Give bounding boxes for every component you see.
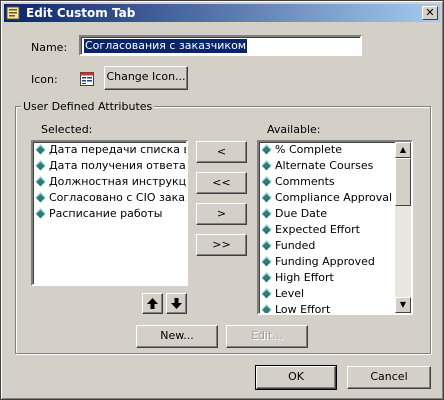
- scroll-up-icon[interactable]: ▲: [395, 142, 411, 158]
- list-item-label: % Complete: [275, 143, 342, 156]
- ok-button[interactable]: OK: [255, 365, 337, 390]
- available-label: Available:: [267, 123, 321, 136]
- list-item-label: Comments: [275, 175, 335, 188]
- attribute-diamond-icon: [261, 224, 272, 235]
- remove-all-button[interactable]: <<: [196, 172, 247, 194]
- name-field[interactable]: Согласования с заказчиком: [79, 35, 362, 56]
- list-item[interactable]: Level: [259, 286, 395, 302]
- list-item[interactable]: Должностная инструкция: [33, 174, 186, 190]
- attribute-diamond-icon: [261, 208, 272, 219]
- list-item[interactable]: Expected Effort: [259, 222, 395, 238]
- scroll-thumb[interactable]: [395, 158, 411, 206]
- attribute-diamond-icon: [35, 192, 46, 203]
- icon-label: Icon:: [31, 73, 58, 86]
- attribute-diamond-icon: [261, 240, 272, 251]
- attribute-diamond-icon: [261, 272, 272, 283]
- remove-one-button[interactable]: <: [196, 141, 247, 163]
- list-item-label: Funding Approved: [275, 255, 375, 268]
- attribute-diamond-icon: [35, 160, 46, 171]
- list-item-label: Дата передачи списка вопросов: [49, 143, 186, 156]
- edit-attribute-button: Edit...: [226, 325, 308, 348]
- tab-page-icon: [79, 71, 95, 87]
- list-item[interactable]: Comments: [259, 174, 395, 190]
- list-item-label: Alternate Courses: [275, 159, 374, 172]
- list-item[interactable]: Расписание работы: [33, 206, 186, 222]
- attribute-diamond-icon: [35, 176, 46, 187]
- attribute-diamond-icon: [261, 176, 272, 187]
- list-item[interactable]: Funding Approved: [259, 254, 395, 270]
- attribute-diamond-icon: [261, 304, 272, 313]
- list-item-label: Должностная инструкция: [49, 175, 188, 188]
- attribute-diamond-icon: [261, 256, 272, 267]
- name-value[interactable]: Согласования с заказчиком: [84, 39, 248, 53]
- attribute-diamond-icon: [261, 288, 272, 299]
- move-up-button[interactable]: [142, 293, 163, 314]
- edit-custom-tab-dialog: Edit Custom Tab ✕ Name: Согласования с з…: [0, 0, 444, 400]
- list-item[interactable]: Funded: [259, 238, 395, 254]
- app-icon: [6, 5, 22, 21]
- name-label: Name:: [31, 41, 68, 54]
- list-item[interactable]: Дата передачи списка вопросов: [33, 142, 186, 158]
- list-item-label: Due Date: [275, 207, 327, 220]
- list-item-label: Расписание работы: [49, 207, 163, 220]
- list-item-label: Согласовано с CIO заказчика: [49, 191, 186, 204]
- close-button[interactable]: ✕: [422, 6, 438, 20]
- list-item[interactable]: % Complete: [259, 142, 395, 158]
- selected-label: Selected:: [41, 123, 93, 136]
- change-icon-button[interactable]: Change Icon...: [104, 66, 188, 90]
- add-all-button[interactable]: >>: [196, 234, 247, 256]
- list-item-label: Expected Effort: [275, 223, 360, 236]
- new-attribute-button[interactable]: New...: [136, 325, 218, 348]
- list-item[interactable]: Alternate Courses: [259, 158, 395, 174]
- list-item-label: Compliance Approval: [275, 191, 393, 204]
- add-one-button[interactable]: >: [196, 203, 247, 225]
- title-bar[interactable]: Edit Custom Tab ✕: [4, 4, 440, 22]
- list-item[interactable]: Due Date: [259, 206, 395, 222]
- available-list[interactable]: % Complete Alternate Courses Comments Compl…: [257, 140, 413, 315]
- list-item-label: Дата получения ответа: [49, 159, 186, 172]
- arrow-down-icon: [171, 298, 182, 309]
- group-title: User Defined Attributes: [21, 100, 155, 113]
- attribute-diamond-icon: [261, 192, 272, 203]
- move-down-button[interactable]: [166, 293, 187, 314]
- attribute-diamond-icon: [35, 144, 46, 155]
- selected-list[interactable]: Дата передачи списка вопросов Дата получе…: [31, 140, 188, 286]
- list-item-label: Funded: [275, 239, 316, 252]
- attribute-diamond-icon: [35, 208, 46, 219]
- list-item[interactable]: Согласовано с CIO заказчика: [33, 190, 186, 206]
- attribute-diamond-icon: [261, 160, 272, 171]
- arrow-up-icon: [147, 298, 158, 309]
- cancel-button[interactable]: Cancel: [347, 366, 431, 389]
- available-scrollbar[interactable]: ▲ ▼: [395, 142, 411, 313]
- list-item[interactable]: Compliance Approval: [259, 190, 395, 206]
- list-item-label: Low Effort: [275, 303, 331, 315]
- window-title: Edit Custom Tab: [26, 6, 136, 20]
- scroll-down-icon[interactable]: ▼: [395, 297, 411, 313]
- list-item-label: Level: [275, 287, 305, 300]
- list-item-label: High Effort: [275, 271, 334, 284]
- list-item[interactable]: Low Effort: [259, 302, 395, 315]
- attribute-diamond-icon: [261, 144, 272, 155]
- list-item[interactable]: High Effort: [259, 270, 395, 286]
- list-item[interactable]: Дата получения ответа: [33, 158, 186, 174]
